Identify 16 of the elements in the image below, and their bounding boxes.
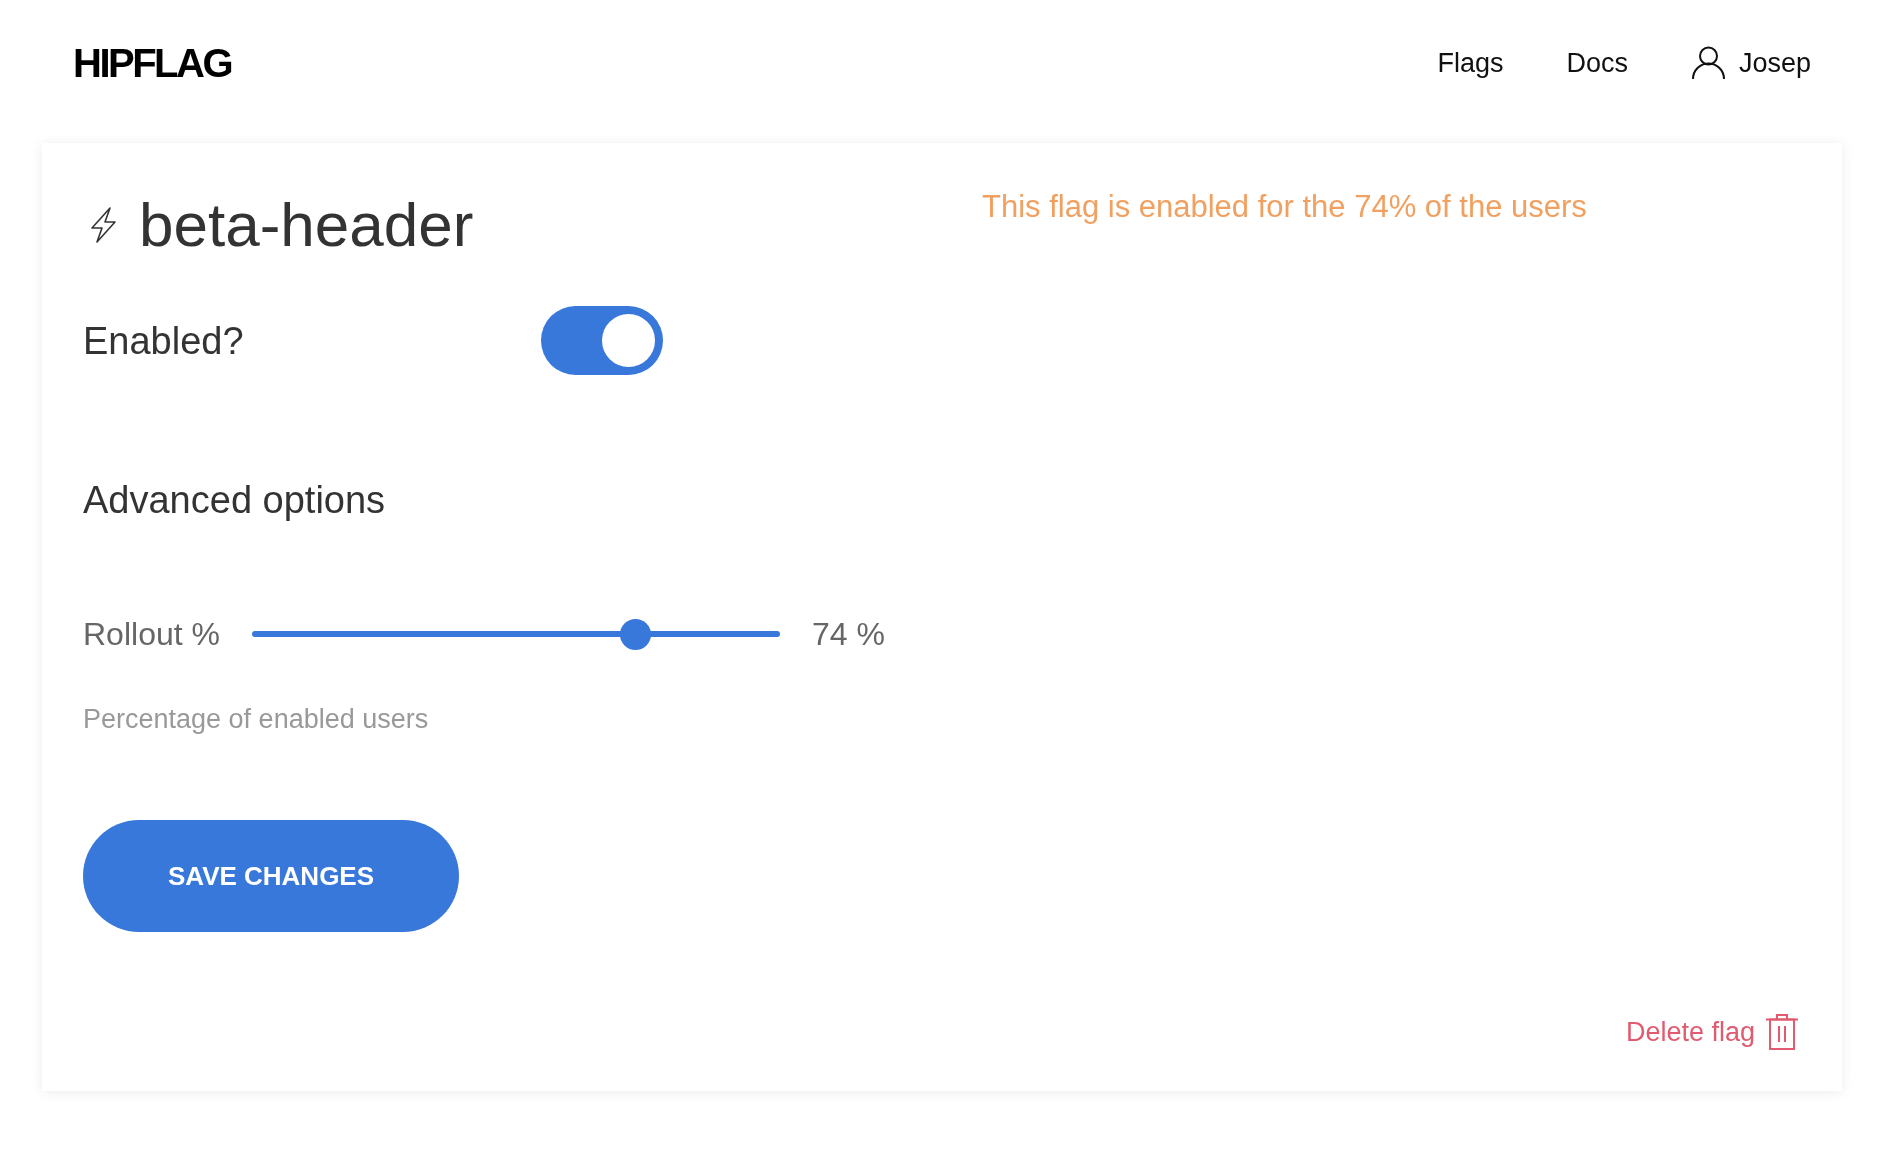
nav-link[interactable]: Docs bbox=[1566, 46, 1628, 80]
logo[interactable]: HIPFLAG bbox=[73, 43, 232, 83]
enabled-label: Enabled? bbox=[83, 318, 245, 364]
nav-link[interactable]: Flags bbox=[1437, 46, 1504, 80]
save-button[interactable]: SAVE CHANGES bbox=[83, 820, 459, 932]
delete-link[interactable]: Delete flag bbox=[1625, 1014, 1798, 1050]
lightning-bolt-icon bbox=[89, 207, 118, 243]
user-icon bbox=[1690, 46, 1726, 80]
helper-text: Percentage of enabled users bbox=[83, 703, 429, 735]
trash-icon bbox=[1766, 1014, 1798, 1050]
user-menu[interactable]: Josep bbox=[1690, 46, 1811, 80]
rollout-notice: This flag is enabled for the 74% of the users bbox=[982, 188, 1587, 226]
rollout-label: Rollout % bbox=[83, 615, 220, 654]
section-heading: Advanced options bbox=[83, 478, 386, 523]
rollout-value: 74 % bbox=[811, 615, 885, 654]
flag-title: beta-header bbox=[139, 189, 474, 261]
